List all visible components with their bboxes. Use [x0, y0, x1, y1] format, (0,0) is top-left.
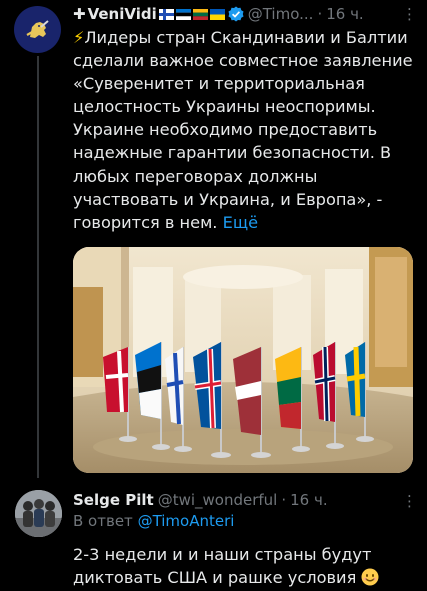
- replying-mention-link[interactable]: @TimoAnteri: [138, 512, 235, 530]
- tweet-body: Лидеры стран Скандинавии и Балтии сделал…: [73, 28, 418, 232]
- replying-to: В ответ @TimoAnteri: [73, 512, 234, 530]
- reply-text: 2-3 недели и и наши страны будут диктова…: [73, 543, 418, 589]
- tweet-time[interactable]: 16 ч.: [326, 5, 364, 23]
- lion-crest-icon: [25, 19, 49, 38]
- verified-badge-icon: [228, 6, 244, 22]
- thread-line: [37, 56, 39, 478]
- reply-author-name[interactable]: Selge Pilt: [73, 491, 154, 509]
- more-options-icon[interactable]: ⋮: [402, 5, 417, 23]
- replying-prefix: В ответ: [73, 512, 133, 530]
- tweet-image[interactable]: [73, 247, 413, 473]
- reply-header: Selge Pilt @twi_wonderful · 16 ч.: [73, 488, 328, 512]
- lightning-icon: ⚡: [73, 28, 85, 47]
- author-name[interactable]: VeniVidi: [88, 5, 157, 23]
- show-more-link[interactable]: Ещё: [223, 213, 258, 232]
- lithuania-flag-icon: [192, 8, 208, 20]
- cross-prefix: ✚: [73, 5, 86, 23]
- separator-dot: ·: [281, 491, 287, 509]
- author-handle[interactable]: @Timo...: [248, 5, 314, 23]
- reply-time[interactable]: 16 ч.: [290, 491, 328, 509]
- reply-tweet[interactable]: Selge Pilt @twi_wonderful · 16 ч. ⋮ В от…: [0, 480, 427, 591]
- author-avatar[interactable]: [14, 6, 61, 53]
- separator-dot: ·: [317, 5, 323, 23]
- reply-more-options-icon[interactable]: ⋮: [402, 492, 417, 510]
- tweet-header: ✚ VeniVidi @Timo... · 16 ч.: [73, 2, 413, 26]
- finland-flag-icon: [158, 8, 174, 20]
- tweet-text: ⚡Лидеры стран Скандинавии и Балтии сдела…: [73, 26, 418, 234]
- ukraine-flag-icon: [209, 8, 225, 20]
- reply-author-avatar[interactable]: [15, 490, 62, 537]
- reply-body: 2-3 недели и и наши страны будут диктова…: [73, 545, 372, 588]
- estonia-flag-icon: [175, 8, 191, 20]
- smiling-face-emoji-icon: [361, 568, 379, 586]
- reply-author-handle[interactable]: @twi_wonderful: [158, 491, 278, 509]
- flags-photo: [73, 247, 413, 473]
